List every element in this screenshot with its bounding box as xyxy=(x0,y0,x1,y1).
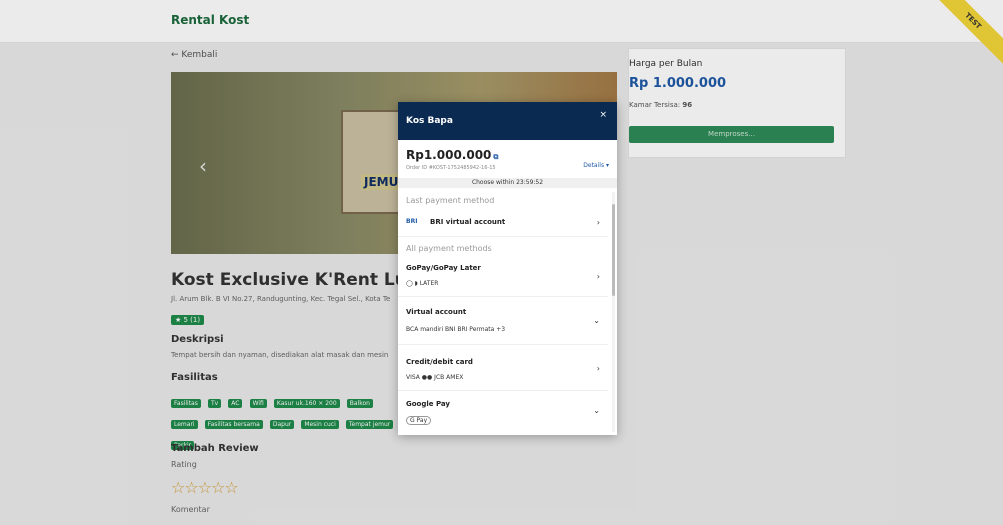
details-toggle[interactable]: Details ▾ xyxy=(583,162,609,169)
chevron-down-icon: ⌄ xyxy=(593,406,600,415)
chevron-right-icon: › xyxy=(596,218,600,227)
order-id: Order ID #KOST-1752485942-16-15 xyxy=(406,165,496,171)
method-name: GoPay/GoPay Later xyxy=(406,264,481,272)
close-icon[interactable]: × xyxy=(599,110,607,120)
modal-header: Kos Bapa × xyxy=(398,102,617,140)
method-name: Virtual account xyxy=(406,308,467,316)
last-payment-method[interactable]: BRI BRI virtual account › xyxy=(398,210,608,237)
method-name: Google Pay xyxy=(406,400,450,408)
payment-modal: Kos Bapa × Rp1.000.000 ⧉ Order ID #KOST-1… xyxy=(398,102,617,435)
gopay-logos-icon: ◯ ◗ LATER xyxy=(406,280,439,287)
payment-timer: Choose within 23:59:52 xyxy=(398,178,617,188)
last-method-heading: Last payment method xyxy=(406,196,495,205)
payment-amount: Rp1.000.000 ⧉ xyxy=(406,148,498,162)
payment-method-virtual-account[interactable]: Virtual account BCA mandiri BNI BRI Perm… xyxy=(398,304,608,345)
all-methods-heading: All payment methods xyxy=(406,244,492,253)
amount-value: Rp1.000.000 xyxy=(406,148,492,162)
bank-logos-icon: BCA mandiri BNI BRI Permata +3 xyxy=(406,326,506,333)
merchant-name: Kos Bapa xyxy=(406,116,453,126)
chevron-right-icon: › xyxy=(596,364,600,373)
payment-method-google-pay[interactable]: Google Pay G Pay ⌄ xyxy=(398,394,608,432)
chevron-down-icon: ⌄ xyxy=(593,316,600,325)
payment-method-card[interactable]: Credit/debit card VISA ●● JCB AMEX › xyxy=(398,352,608,391)
copy-icon[interactable]: ⧉ xyxy=(493,153,498,161)
method-name: Credit/debit card xyxy=(406,358,473,366)
card-logos-icon: VISA ●● JCB AMEX xyxy=(406,374,464,381)
chevron-right-icon: › xyxy=(596,272,600,281)
payment-method-gopay[interactable]: GoPay/GoPay Later ◯ ◗ LATER › xyxy=(398,258,608,297)
bri-logo-icon: BRI xyxy=(406,218,418,225)
method-name: BRI virtual account xyxy=(430,218,506,226)
google-pay-logo-icon: G Pay xyxy=(406,416,432,425)
scrollbar-thumb[interactable] xyxy=(612,204,615,296)
modal-scrollbar[interactable] xyxy=(612,192,615,432)
